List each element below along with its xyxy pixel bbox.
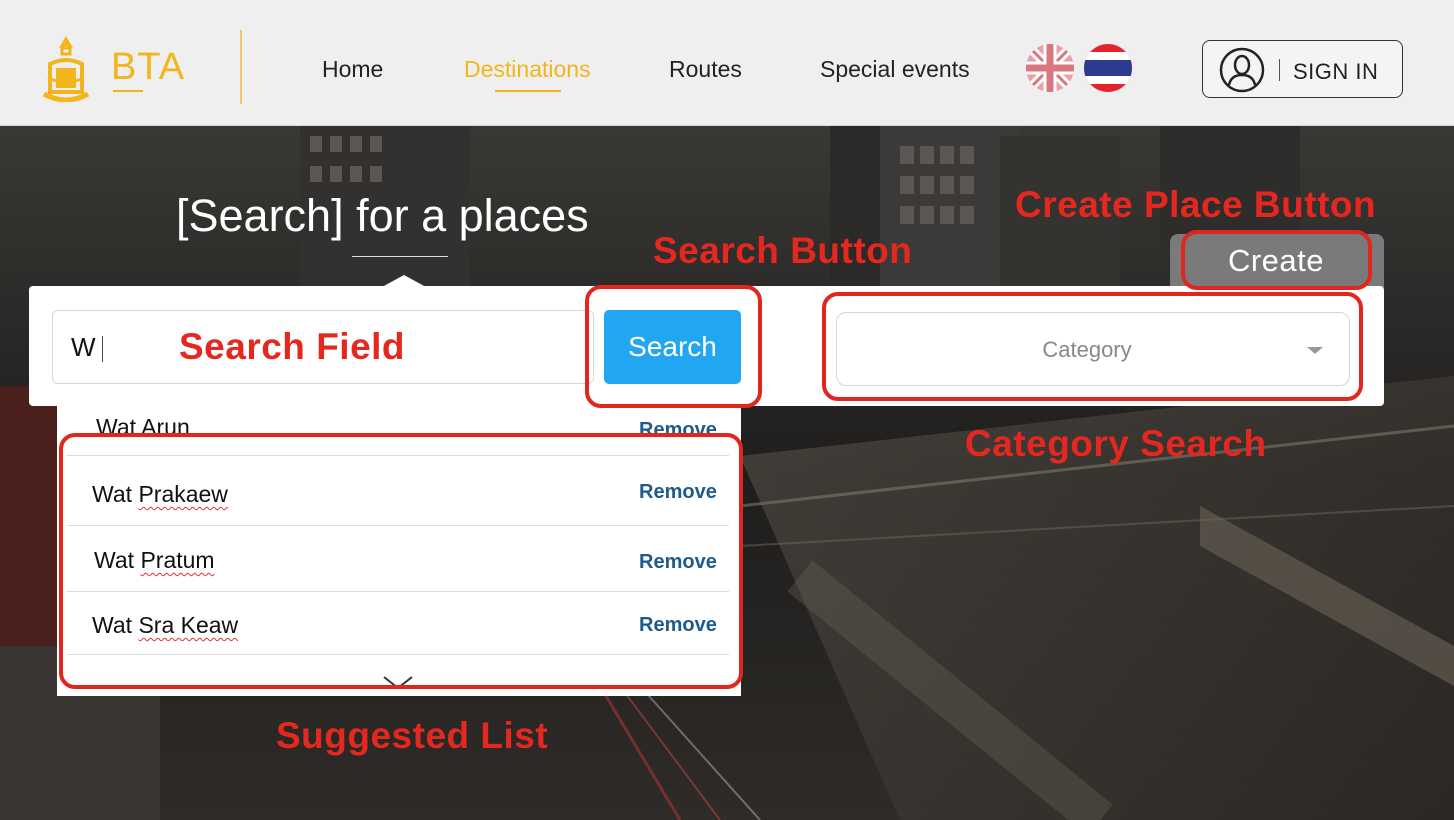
annotation-label-search-button: Search Button bbox=[653, 230, 913, 271]
sign-in-label: SIGN IN bbox=[1293, 59, 1379, 84]
list-item[interactable]: Wat Arun Remove bbox=[57, 394, 741, 456]
title-underline bbox=[352, 256, 448, 257]
chevron-down-icon bbox=[1307, 347, 1323, 354]
uk-flag-icon[interactable] bbox=[1026, 44, 1074, 92]
suggestion-name: Wat Prakaew bbox=[92, 481, 228, 507]
list-divider bbox=[67, 654, 729, 655]
nav-routes[interactable]: Routes bbox=[669, 56, 742, 83]
top-navbar: BTA Home Destinations Routes Special eve… bbox=[0, 0, 1454, 126]
header-divider bbox=[240, 30, 242, 104]
sign-in-separator bbox=[1279, 59, 1280, 81]
nav-active-indicator bbox=[495, 90, 561, 92]
category-placeholder: Category bbox=[1042, 337, 1132, 362]
list-divider bbox=[67, 455, 729, 456]
suggestion-name: Wat Arun bbox=[96, 414, 190, 440]
suggestion-name: Wat Sra Keaw bbox=[92, 612, 239, 638]
list-item[interactable]: Wat Pratum Remove bbox=[57, 526, 741, 588]
remove-link[interactable]: Remove bbox=[639, 551, 717, 574]
list-item[interactable]: Wat Sra Keaw Remove bbox=[57, 592, 741, 654]
nav-home[interactable]: Home bbox=[322, 56, 383, 83]
brand-name[interactable]: BTA bbox=[111, 46, 185, 89]
nav-destinations[interactable]: Destinations bbox=[464, 56, 591, 83]
chevron-down-icon[interactable] bbox=[383, 676, 413, 690]
nav-special-events[interactable]: Special events bbox=[820, 56, 970, 83]
annotation-label-suggested-list: Suggested List bbox=[276, 715, 549, 756]
page-title: [Search] for a places bbox=[176, 190, 589, 241]
remove-link[interactable]: Remove bbox=[639, 419, 717, 442]
suggestion-list: Wat Arun Remove Wat Prakaew Remove Wat P… bbox=[57, 394, 741, 696]
thailand-flag-icon[interactable] bbox=[1084, 44, 1132, 92]
list-item[interactable]: Wat Prakaew Remove bbox=[57, 458, 741, 520]
sign-in-button[interactable]: SIGN IN bbox=[1202, 40, 1403, 98]
brand-underline bbox=[113, 90, 143, 92]
user-avatar-icon bbox=[1219, 47, 1265, 93]
remove-link[interactable]: Remove bbox=[639, 614, 717, 637]
search-button[interactable]: Search bbox=[604, 310, 741, 384]
bta-logo-icon[interactable] bbox=[42, 34, 90, 102]
annotation-label-category: Category Search bbox=[965, 423, 1267, 464]
text-cursor bbox=[102, 336, 103, 362]
annotation-label-create: Create Place Button bbox=[1015, 184, 1377, 225]
annotation-label-search-field: Search Field bbox=[179, 326, 406, 367]
category-select[interactable]: Category bbox=[836, 312, 1350, 386]
suggestion-name: Wat Pratum bbox=[94, 547, 215, 573]
create-place-button[interactable]: Create bbox=[1181, 236, 1371, 286]
remove-link[interactable]: Remove bbox=[639, 481, 717, 504]
